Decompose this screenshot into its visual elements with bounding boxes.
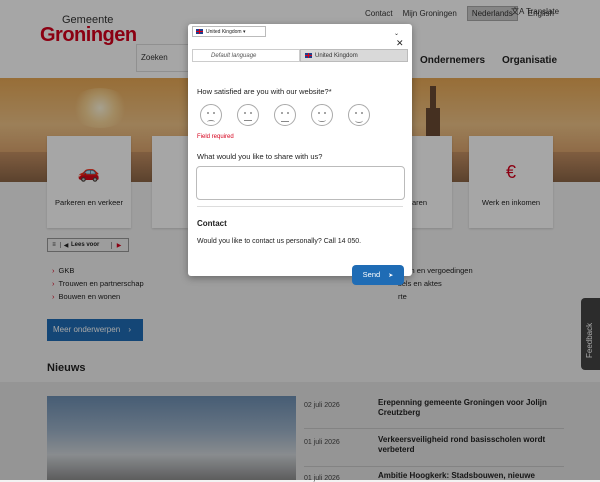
very-dissatisfied-face-icon[interactable] — [200, 104, 222, 126]
language-select-value: United Kingdom — [206, 29, 242, 35]
divider — [197, 206, 403, 207]
language-select[interactable]: United Kingdom ▾ — [192, 26, 266, 37]
contact-heading: Contact — [197, 219, 227, 228]
page: Gemeente Groningen Contact Mijn Groninge… — [0, 0, 600, 482]
feedback-textarea[interactable] — [196, 166, 405, 200]
send-button[interactable]: Send ➤ — [352, 265, 404, 285]
send-icon: ➤ — [388, 273, 394, 279]
send-label: Send — [362, 270, 381, 279]
tab-united-kingdom[interactable]: United Kingdom — [300, 49, 408, 62]
required-mark: * — [328, 87, 332, 96]
dissatisfied-face-icon[interactable] — [237, 104, 259, 126]
uk-flag-icon — [305, 52, 312, 58]
question-text: How satisfied are you with our website? — [197, 87, 329, 96]
tab-label: United Kingdom — [315, 53, 358, 59]
neutral-face-icon[interactable] — [274, 104, 296, 126]
feedback-modal: United Kingdom ▾ ⌄ ✕ Default language Un… — [188, 24, 412, 285]
share-question: What would you like to share with us? — [197, 152, 323, 161]
chevron-down-icon[interactable]: ⌄ — [394, 30, 399, 37]
contact-text: Would you like to contact us personally?… — [197, 238, 362, 245]
uk-flag-icon — [196, 29, 203, 35]
satisfied-face-icon[interactable] — [311, 104, 333, 126]
language-tabs: Default language United Kingdom — [192, 49, 408, 62]
close-icon[interactable]: ✕ — [396, 38, 404, 49]
tab-default-language[interactable]: Default language — [192, 49, 300, 62]
field-required-error: Field required — [197, 134, 234, 140]
very-satisfied-face-icon[interactable] — [348, 104, 370, 126]
satisfaction-question: How satisfied are you with our website?* — [197, 87, 332, 96]
rating-smileys — [200, 104, 370, 126]
